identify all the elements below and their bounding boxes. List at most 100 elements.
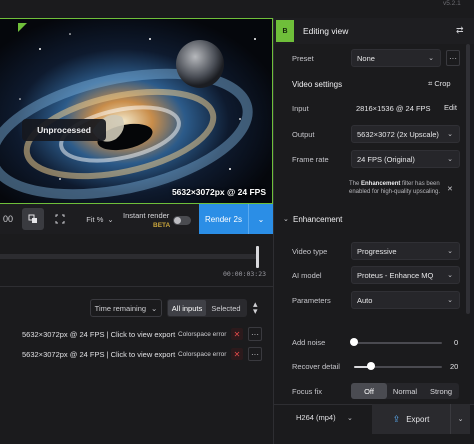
video-type-label: Video type	[292, 247, 328, 256]
sort-select[interactable]: Time remaining ⌄	[90, 299, 162, 317]
export-button[interactable]: ⇪ Export	[372, 404, 450, 434]
preview-corner-marker	[18, 23, 27, 32]
frame-rate-select[interactable]: 24 FPS (Original) ⌄	[351, 150, 460, 168]
fullscreen-icon	[55, 214, 65, 224]
job-status: Colorspace error	[178, 331, 227, 338]
filter-all-inputs[interactable]: All inputs	[168, 300, 206, 316]
swap-icon[interactable]: ⇄	[456, 25, 464, 36]
zoom-select[interactable]: Fit % ⌄	[80, 208, 120, 230]
timeline-playhead[interactable]	[256, 246, 259, 268]
editing-title: Editing view	[303, 26, 349, 36]
queue-job[interactable]: 5632×3072px @ 24 FPS | Click to view exp…	[0, 346, 273, 364]
chevron-down-icon: ⌄	[428, 55, 434, 62]
render-button[interactable]: Render 2s	[199, 204, 248, 234]
recover-detail-label: Recover detail	[292, 362, 340, 371]
add-noise-label: Add noise	[292, 338, 326, 347]
frame-rate-label: Frame rate	[292, 155, 329, 164]
close-icon[interactable]: ✕	[447, 185, 453, 193]
instant-render-label: Instant render	[123, 211, 170, 220]
timeline: 00:00:03:23	[0, 234, 273, 286]
job-more-button[interactable]: ···	[248, 327, 262, 341]
parameters-label: Parameters	[292, 296, 331, 305]
chevron-down-icon: ⌄	[107, 214, 114, 224]
preset-label: Preset	[292, 54, 314, 63]
input-label: Input	[292, 104, 309, 113]
editing-tab-badge[interactable]: B	[276, 20, 294, 42]
export-label: Export	[406, 414, 430, 424]
preview-resolution-label: 5632×3072px @ 24 FPS	[171, 187, 266, 197]
queue-job[interactable]: 5632×3072px @ 24 FPS | Click to view exp…	[0, 326, 273, 344]
output-select[interactable]: 5632×3072 (2x Upscale) ⌄	[351, 125, 460, 143]
add-noise-slider-knob[interactable]	[350, 338, 358, 346]
add-noise-value: 0	[454, 338, 459, 347]
chevron-down-icon: ⌄	[447, 297, 453, 304]
timecode: 00:00:03:23	[223, 270, 267, 278]
galaxy-preview-image	[0, 19, 272, 203]
video-type-select[interactable]: Progressive ⌄	[351, 242, 460, 260]
cancel-job-icon[interactable]: ✕	[231, 348, 243, 360]
job-description: 5632×3072px @ 24 FPS | Click to view exp…	[22, 350, 176, 359]
focus-fix-off[interactable]: Off	[351, 383, 387, 399]
sort-order-icon[interactable]: ▴ ▾	[253, 300, 258, 316]
chevron-down-icon: ⌄	[283, 216, 289, 223]
fullscreen-button[interactable]	[50, 208, 70, 230]
frame-rate-value: 24 FPS (Original)	[357, 154, 415, 164]
cancel-job-icon[interactable]: ✕	[231, 328, 243, 340]
video-preview[interactable]: Unprocessed 5632×3072px @ 24 FPS	[0, 18, 273, 204]
output-value: 5632×3072 (2x Upscale)	[357, 129, 439, 139]
crop-button[interactable]: ⌗ Crop	[428, 79, 451, 89]
job-description: 5632×3072px @ 24 FPS | Click to view exp…	[22, 330, 176, 339]
preset-value: None	[357, 53, 375, 63]
input-value: 2816×1536 @ 24 FPS	[356, 104, 431, 113]
enhancement-title: Enhancement	[293, 215, 343, 224]
section-divider	[0, 286, 273, 287]
chevron-down-icon: ⌄	[257, 214, 265, 224]
output-label: Output	[292, 130, 315, 139]
queue-toolbar: Time remaining ⌄ All inputs Selected ▴ ▾	[0, 296, 273, 320]
edit-input-button[interactable]: Edit	[444, 103, 457, 112]
focus-fix-normal[interactable]: Normal	[387, 383, 423, 399]
beta-badge: BETA	[153, 222, 171, 229]
ai-model-value: Proteus - Enhance MQ	[357, 270, 434, 280]
chevron-down-icon: ⌄	[447, 248, 453, 255]
compare-icon	[28, 214, 37, 223]
add-noise-slider[interactable]	[354, 342, 442, 344]
format-select[interactable]: H264 (mp4)	[296, 413, 336, 422]
chevron-down-icon: ⌄	[447, 156, 453, 163]
preset-more-button[interactable]: ···	[446, 50, 460, 66]
chevron-down-icon[interactable]: ⌄	[347, 414, 353, 422]
recover-detail-value: 20	[450, 362, 459, 371]
compare-view-button[interactable]	[22, 208, 44, 230]
ai-model-select[interactable]: Proteus - Enhance MQ ⌄	[351, 266, 460, 284]
focus-fix-segmented-control: Off Normal Strong	[351, 383, 459, 399]
focus-fix-label: Focus fix	[292, 387, 323, 396]
chevron-down-icon: ⌄	[447, 272, 453, 279]
export-icon: ⇪	[392, 413, 401, 424]
zoom-select-label: Fit %	[86, 214, 104, 224]
job-status: Colorspace error	[178, 351, 227, 358]
instant-render-toggle[interactable]	[173, 216, 191, 225]
video-settings-title: Video settings	[292, 80, 343, 89]
export-options-button[interactable]: ⌄	[450, 404, 470, 434]
parameters-value: Auto	[357, 295, 373, 305]
ai-model-label: AI model	[292, 271, 322, 280]
sort-select-label: Time remaining	[94, 303, 147, 313]
job-more-button[interactable]: ···	[248, 347, 262, 361]
app-version: v5.2.1	[443, 0, 461, 7]
queue-filter: All inputs Selected	[167, 299, 247, 317]
timeline-track[interactable]	[0, 254, 259, 259]
filter-selected[interactable]: Selected	[207, 300, 245, 316]
split-view-button[interactable]: 00	[0, 208, 16, 230]
panel-scrollbar[interactable]	[466, 44, 470, 314]
recover-detail-slider-knob[interactable]	[367, 362, 375, 370]
chevron-down-icon: ⌄	[151, 303, 158, 313]
render-options-button[interactable]: ⌄	[248, 204, 273, 234]
parameters-select[interactable]: Auto ⌄	[351, 291, 460, 309]
preset-select[interactable]: None ⌄	[351, 49, 441, 67]
unprocessed-badge: Unprocessed	[22, 119, 106, 141]
panel-divider	[273, 18, 274, 444]
focus-fix-strong[interactable]: Strong	[423, 383, 459, 399]
enhancement-info-note: The Enhancement filter has been enabled …	[349, 181, 441, 195]
video-type-value: Progressive	[357, 246, 397, 256]
chevron-down-icon: ⌄	[457, 416, 464, 423]
